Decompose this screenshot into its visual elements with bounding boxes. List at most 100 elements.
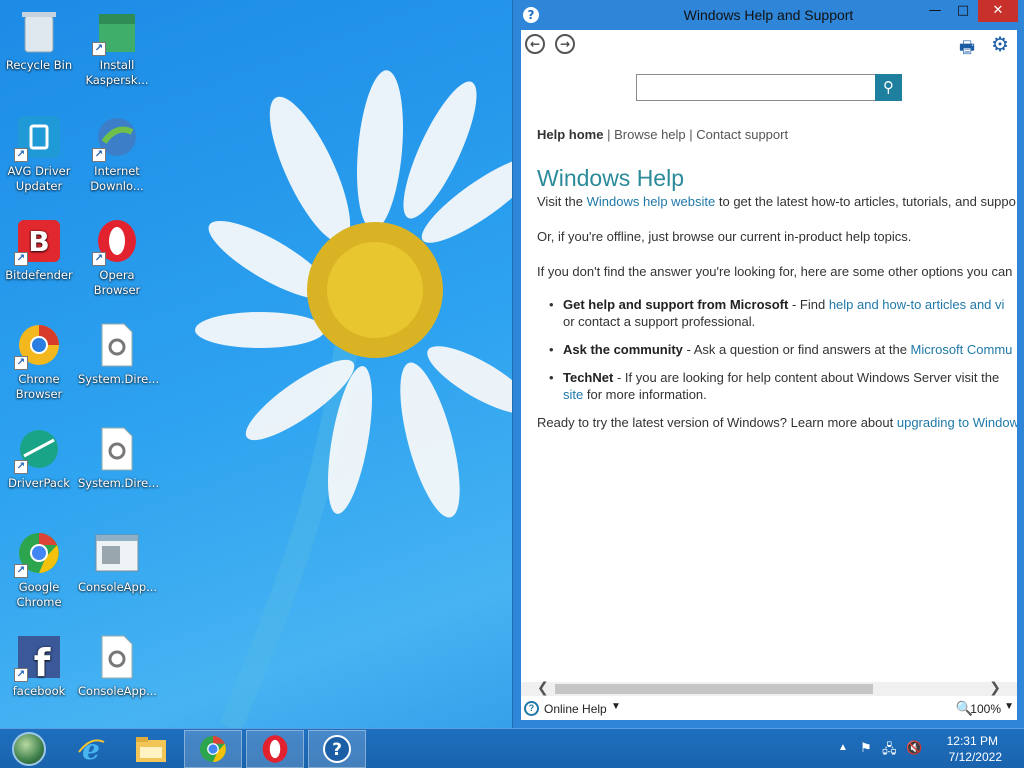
- internet-download-manager-icon: ↗: [92, 112, 142, 162]
- taskbar-help-and-support[interactable]: ?: [308, 730, 366, 768]
- driverpack-icon: ↗: [14, 424, 64, 474]
- dropdown-caret-icon[interactable]: ▼: [1004, 701, 1014, 712]
- option-text: - If you are looking for help content ab…: [613, 370, 1000, 385]
- maximize-button[interactable]: □: [948, 0, 978, 22]
- page-title: Windows Help: [537, 165, 684, 191]
- close-button[interactable]: ✕: [978, 0, 1018, 22]
- folder-icon: [136, 737, 166, 762]
- show-hidden-icons-icon[interactable]: ▲: [838, 742, 848, 753]
- desktop-icon-google-chrome[interactable]: ↗ Google Chrome: [0, 528, 78, 610]
- title-bar[interactable]: ? Windows Help and Support — □ ✕: [513, 0, 1024, 30]
- close-icon: ✕: [992, 3, 1004, 18]
- microsoft-community-link[interactable]: Microsoft Commu: [911, 342, 1013, 357]
- option-title: Get help and support from Microsoft: [563, 297, 789, 312]
- options-list: Get help and support from Microsoft - Fi…: [549, 296, 1017, 403]
- clock-time[interactable]: 12:31 PM: [947, 734, 998, 748]
- start-button[interactable]: [0, 730, 58, 768]
- windows-help-website-link[interactable]: Windows help website: [587, 194, 716, 209]
- scrollbar-thumb[interactable]: [555, 684, 873, 694]
- desktop-icon-system-directory-1[interactable]: System.Dire...: [78, 320, 159, 387]
- settings-file-icon: [92, 320, 142, 370]
- taskbar-internet-explorer[interactable]: e: [62, 730, 120, 768]
- system-tray: ▲ ⚑ 🖧 🔇 12:31 PM 7/12/2022: [834, 729, 1024, 768]
- search-button[interactable]: ⚲: [875, 74, 902, 101]
- maximize-icon: □: [956, 3, 970, 18]
- option-text-line2: or contact a support professional.: [563, 314, 756, 329]
- opera-icon: ↗: [92, 216, 142, 266]
- option-title: Ask the community: [563, 342, 683, 357]
- shortcut-arrow-icon: ↗: [92, 252, 106, 266]
- help-home-link[interactable]: Help home: [537, 127, 603, 142]
- desktop-icon-install-kaspersky[interactable]: ↗ Install Kaspersk...: [78, 6, 156, 88]
- scroll-left-icon[interactable]: ❮: [537, 680, 549, 696]
- avg-driver-updater-icon: ↗: [14, 112, 64, 162]
- scroll-right-icon[interactable]: ❯: [989, 680, 1001, 696]
- search-icon: ⚲: [883, 78, 894, 96]
- list-item: Get help and support from Microsoft - Fi…: [549, 296, 1017, 330]
- closing-paragraph: Ready to try the latest version of Windo…: [537, 414, 1017, 431]
- svg-text:B: B: [28, 225, 49, 258]
- upgrading-windows-link[interactable]: upgrading to Window: [897, 415, 1017, 430]
- help-toolbar: ← → 🖶 ⚙: [521, 30, 1017, 60]
- minimize-button[interactable]: —: [920, 0, 950, 22]
- gear-icon[interactable]: ⚙: [991, 32, 1009, 56]
- forward-button[interactable]: →: [555, 34, 575, 54]
- option-text: - Ask a question or find answers at the: [682, 342, 911, 357]
- closing-text: Ready to try the latest version of Windo…: [537, 415, 897, 430]
- shortcut-arrow-icon: ↗: [14, 148, 28, 162]
- search-bar: ⚲: [636, 74, 902, 101]
- desktop-icon-avg-driver-updater[interactable]: ↗ AVG Driver Updater: [0, 112, 78, 194]
- chrome-icon: [199, 735, 227, 763]
- online-help-dropdown[interactable]: Online Help: [544, 702, 607, 716]
- volume-muted-icon[interactable]: 🔇: [906, 740, 922, 756]
- recycle-bin-icon: [14, 6, 64, 56]
- option-text-line2: for more information.: [583, 387, 707, 402]
- intro-text: Visit the: [537, 194, 587, 209]
- desktop-icon-console-app-2[interactable]: ConsoleApp...: [78, 632, 157, 699]
- svg-text:e: e: [82, 734, 100, 764]
- desktop-icon-internet-download-manager[interactable]: ↗ Internet Downlo...: [78, 112, 156, 194]
- intro-paragraph: Visit the Windows help website to get th…: [537, 193, 1017, 210]
- desktop-icon-bitdefender[interactable]: B ↗ Bitdefender: [0, 216, 78, 283]
- taskbar-opera[interactable]: [246, 730, 304, 768]
- help-icon: ?: [323, 735, 351, 763]
- desktop-icon-recycle-bin[interactable]: Recycle Bin: [0, 6, 78, 73]
- help-content-pane: ← → 🖶 ⚙ ⚲ Help home | Browse help | Cont…: [521, 30, 1017, 720]
- desktop-icon-console-app-1[interactable]: ConsoleApp...: [78, 528, 157, 595]
- settings-file-icon: [92, 424, 142, 474]
- technet-site-link[interactable]: site: [563, 387, 583, 402]
- horizontal-scrollbar[interactable]: ❮ ❯: [521, 680, 1017, 696]
- shortcut-arrow-icon: ↗: [14, 564, 28, 578]
- settings-file-icon: [92, 632, 142, 682]
- network-icon[interactable]: 🖧: [882, 740, 897, 762]
- shortcut-arrow-icon: ↗: [14, 460, 28, 474]
- contact-support-link[interactable]: Contact support: [696, 127, 788, 142]
- list-item: Ask the community - Ask a question or fi…: [549, 341, 1017, 358]
- taskbar: e ? ▲ ⚑ 🖧 🔇 12:31 PM 7/12/2022: [0, 728, 1024, 768]
- taskbar-file-explorer[interactable]: [122, 730, 180, 768]
- nav-separator: |: [689, 127, 693, 142]
- action-center-flag-icon[interactable]: ⚑: [860, 740, 872, 756]
- chrone-browser-icon: ↗: [14, 320, 64, 370]
- list-item: TechNet - If you are looking for help co…: [549, 369, 1017, 403]
- desktop-icon-opera-browser[interactable]: ↗ Opera Browser: [78, 216, 156, 298]
- desktop-icon-driverpack[interactable]: ↗ DriverPack: [0, 424, 78, 491]
- offline-paragraph: Or, if you're offline, just browse our c…: [537, 229, 912, 244]
- search-input[interactable]: [636, 74, 876, 101]
- zoom-level[interactable]: 100%: [970, 702, 1001, 716]
- help-nav-links: Help home | Browse help | Contact suppor…: [537, 126, 1017, 143]
- browse-help-link[interactable]: Browse help: [614, 127, 686, 142]
- taskbar-chrome[interactable]: [184, 730, 242, 768]
- print-icon[interactable]: 🖶: [959, 35, 975, 64]
- desktop-icon-facebook[interactable]: f ↗ facebook: [0, 632, 78, 699]
- internet-explorer-icon: e: [78, 734, 105, 764]
- back-arrow-icon: ←: [529, 37, 541, 51]
- back-button[interactable]: ←: [525, 34, 545, 54]
- dropdown-caret-icon[interactable]: ▼: [611, 701, 621, 712]
- online-help-icon: ?: [524, 701, 539, 716]
- help-articles-link[interactable]: help and how-to articles and vi: [829, 297, 1005, 312]
- clock-date[interactable]: 7/12/2022: [949, 750, 1002, 764]
- desktop-icon-system-directory-2[interactable]: System.Dire...: [78, 424, 159, 491]
- minimize-icon: —: [928, 3, 942, 18]
- desktop-icon-chrone-browser[interactable]: ↗ Chrone Browser: [0, 320, 78, 402]
